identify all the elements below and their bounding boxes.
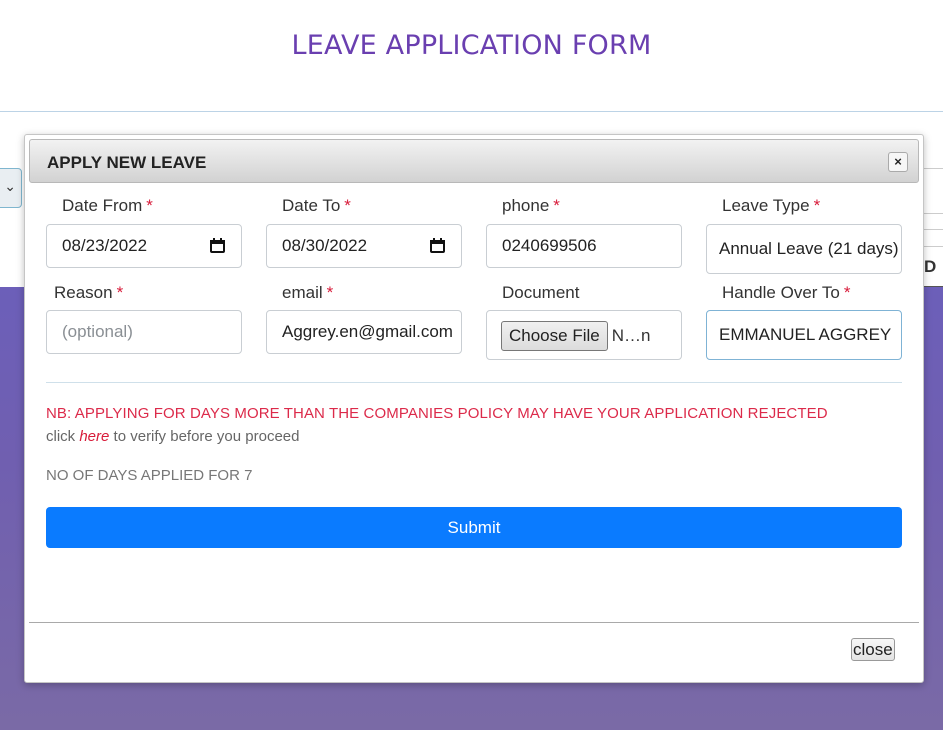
- leave-type-select[interactable]: Annual Leave (21 days): [706, 224, 902, 274]
- handle-over-label: Handle Over To *: [722, 283, 851, 302]
- required-mark: *: [116, 283, 124, 302]
- document-file-input[interactable]: Choose File N…n: [486, 310, 682, 360]
- modal-title: APPLY NEW LEAVE: [47, 153, 207, 172]
- close-icon[interactable]: ×: [888, 152, 908, 172]
- choose-file-button[interactable]: Choose File: [501, 320, 608, 351]
- policy-notice: NB: APPLYING FOR DAYS MORE THAN THE COMP…: [46, 405, 828, 422]
- page-title: LEAVE APPLICATION FORM: [291, 30, 652, 61]
- footer-divider: [29, 622, 919, 623]
- close-button[interactable]: close: [851, 638, 895, 661]
- chevron-down-icon: ⌄: [4, 178, 16, 194]
- reason-input[interactable]: (optional): [46, 310, 242, 354]
- verify-link[interactable]: here: [79, 428, 109, 445]
- handle-over-input[interactable]: EMMANUEL AGGREY: [706, 310, 902, 360]
- background-select[interactable]: ⌄: [0, 168, 22, 208]
- required-mark: *: [344, 196, 351, 215]
- verify-line: click here to verify before you proceed: [46, 428, 300, 445]
- phone-input[interactable]: 0240699506: [486, 224, 682, 268]
- date-to-value: 08/30/2022: [282, 236, 368, 255]
- calendar-icon[interactable]: [430, 238, 445, 253]
- required-mark: *: [843, 283, 851, 302]
- email-input[interactable]: Aggrey.en@gmail.com: [266, 310, 462, 354]
- verify-prefix: click: [46, 428, 76, 445]
- phone-label: phone *: [502, 196, 560, 215]
- date-from-input[interactable]: 08/23/2022: [46, 224, 242, 268]
- calendar-icon[interactable]: [210, 238, 225, 253]
- apply-leave-modal: APPLY NEW LEAVE × Date From * 08/23/2022 …: [24, 134, 924, 683]
- required-mark: *: [553, 196, 560, 215]
- background-input[interactable]: [922, 168, 943, 214]
- date-from-label: Date From *: [62, 196, 153, 215]
- leave-type-label: Leave Type *: [722, 196, 821, 215]
- header-divider: [0, 111, 943, 112]
- reason-label: Reason *: [54, 283, 124, 302]
- background-row: [922, 229, 943, 247]
- file-name-text: N…n: [611, 325, 651, 345]
- background-column-header: D: [924, 257, 937, 276]
- date-to-label: Date To *: [282, 196, 351, 215]
- date-to-input[interactable]: 08/30/2022: [266, 224, 462, 268]
- required-mark: *: [813, 196, 821, 215]
- required-mark: *: [326, 283, 334, 302]
- required-mark: *: [146, 196, 153, 215]
- modal-header: APPLY NEW LEAVE ×: [29, 139, 919, 183]
- days-applied: NO OF DAYS APPLIED FOR 7: [46, 467, 253, 484]
- submit-button[interactable]: Submit: [46, 507, 902, 548]
- document-label: Document: [502, 283, 580, 302]
- email-label: email *: [282, 283, 334, 302]
- verify-suffix: to verify before you proceed: [113, 428, 300, 445]
- date-from-value: 08/23/2022: [62, 236, 148, 255]
- form-divider: [46, 382, 902, 383]
